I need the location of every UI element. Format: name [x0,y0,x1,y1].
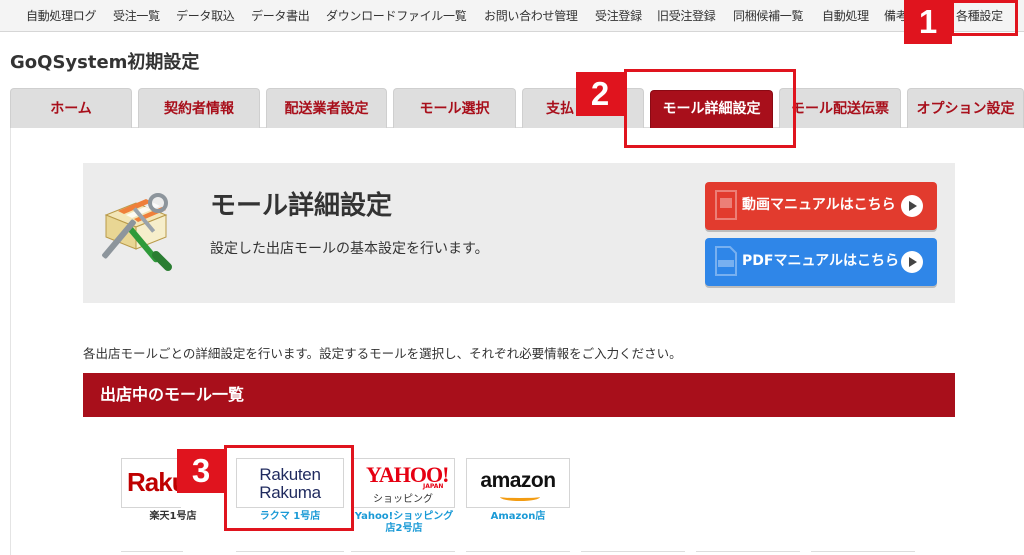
mall-label-amazon[interactable]: Amazon店 [466,511,570,523]
mall-card-amazon[interactable]: amazon [466,458,570,508]
amazon-logo: amazon [480,469,556,492]
nav-item-old-order-register[interactable]: 旧受注登録 [657,0,716,32]
tab-contractor-info[interactable]: 契約者情報 [138,88,260,128]
mall-card-yahoo[interactable]: YAHOO! JAPAN ショッピング [351,458,455,508]
video-manual-label: 動画マニュアルはこちら [742,197,896,213]
step-marker-2: 2 [576,72,624,116]
mall-label-rakuten[interactable]: 楽天1号店 [140,511,206,523]
nav-item-inquiry[interactable]: お問い合わせ管理 [484,0,578,32]
nav-item-data-import[interactable]: データ取込 [176,0,235,32]
hero-description: 設定した出店モールの基本設定を行います。 [210,241,489,257]
nav-item-order-list[interactable]: 受注一覧 [113,0,160,32]
hero-title: モール詳細設定 [210,191,393,221]
intro-text: 各出店モールごとの詳細設定を行います。設定するモールを選択し、それぞれ必要情報を… [83,346,682,361]
tab-home[interactable]: ホーム [10,88,132,128]
film-icon [715,190,737,220]
page-title: GoQSystem初期設定 [10,52,200,73]
pdf-icon [715,246,737,276]
nav-item-auto-process[interactable]: 自動処理 [822,0,869,32]
top-nav: 自動処理ログ 受注一覧 データ取込 データ書出 ダウンロードファイル一覧 お問い… [0,0,1024,32]
mall-card-partial [581,551,685,555]
tab-carrier-settings[interactable]: 配送業者設定 [266,88,387,128]
nav-item-download-list[interactable]: ダウンロードファイル一覧 [326,0,467,32]
nav-item-order-register[interactable]: 受注登録 [595,0,642,32]
mall-card-rakuten[interactable]: Raku [121,458,181,508]
mall-card-partial [466,551,570,555]
nav-item-data-export[interactable]: データ書出 [251,0,310,32]
video-manual-button[interactable]: 動画マニュアルはこちら [705,182,937,230]
tab-option-settings[interactable]: オプション設定 [907,88,1024,128]
tab-mall-select[interactable]: モール選択 [393,88,516,128]
highlight-tab-box [624,69,796,148]
yahoo-logo-caption: ショッピング [373,494,433,505]
mall-card-partial [236,551,344,555]
tab-mall-shipping-slip[interactable]: モール配送伝票 [779,88,901,128]
mall-card-partial [696,551,800,555]
mall-card-partial [351,551,455,555]
step-marker-1: 1 [904,0,952,44]
rakuten-logo: Raku [127,467,181,497]
play-icon [901,251,923,273]
pdf-manual-button[interactable]: PDFマニュアルはこちら [705,238,937,286]
tools-icon [102,193,172,271]
nav-item-bundle-candidates[interactable]: 同梱候補一覧 [733,0,804,32]
section-title: 出店中のモール一覧 [83,373,955,417]
highlight-rakuma-box [224,445,354,531]
mall-card-partial [121,551,183,555]
nav-item-auto-log[interactable]: 自動処理ログ [26,0,97,32]
highlight-settings-box [951,0,1018,36]
pdf-manual-label: PDFマニュアルはこちら [742,253,900,269]
mall-label-yahoo[interactable]: Yahoo!ショッピング店2号店 [350,511,458,535]
mall-card-partial [811,551,915,555]
play-icon [901,195,923,217]
amazon-smile-icon [500,493,540,501]
yahoo-logo-sub: JAPAN [423,483,444,490]
step-marker-3: 3 [177,449,225,493]
